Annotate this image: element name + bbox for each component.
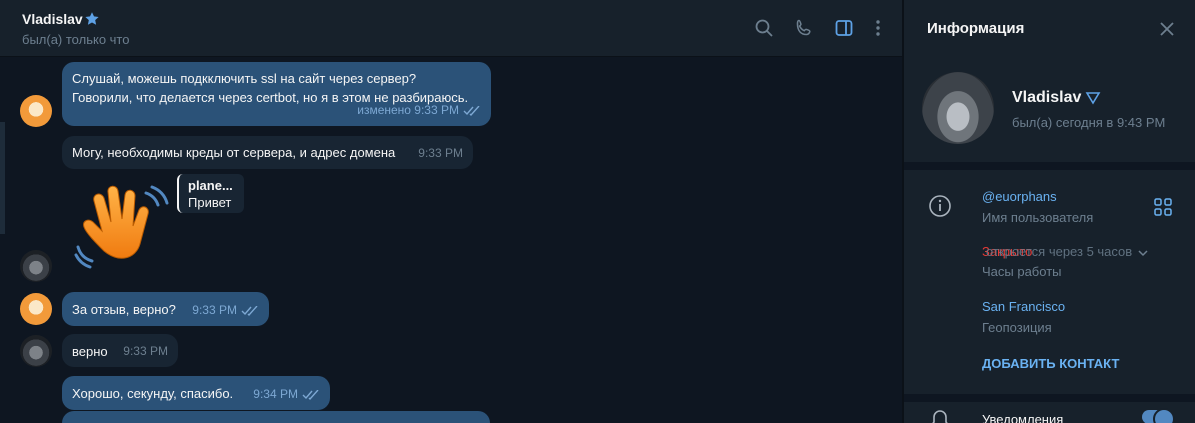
close-icon[interactable] — [1158, 20, 1176, 38]
message-bubble[interactable] — [62, 411, 490, 423]
business-hours[interactable]: Закрыто откроется через 5 часов — [982, 244, 1148, 259]
message-bubble[interactable]: За отзыв, верно? 9:33 PM — [62, 292, 269, 326]
sidebar-toggle-icon[interactable] — [832, 16, 856, 40]
notifications-label: Уведомления — [982, 412, 1064, 423]
time-label: 9:34 PM — [253, 387, 298, 401]
reply-author: plane... — [188, 178, 233, 193]
location-label: Геопозиция — [982, 320, 1052, 335]
profile-last-seen: был(а) сегодня в 9:43 PM — [1012, 115, 1166, 130]
message-time: 9:33 PM — [123, 344, 168, 358]
username-value[interactable]: @euorphans — [982, 189, 1057, 204]
message-bubble[interactable]: Хорошо, секунду, спасибо. 9:34 PM — [62, 376, 330, 410]
chat-area: Vladislav был(а) только что Слушай, може… — [0, 0, 902, 423]
search-icon[interactable] — [752, 16, 776, 40]
chevron-down-icon[interactable] — [1138, 249, 1148, 257]
message-bubble[interactable]: Слушай, можешь подкключить ssl на сайт ч… — [62, 62, 491, 126]
message-time: 9:34 PM — [253, 385, 320, 404]
location-value[interactable]: San Francisco — [982, 299, 1065, 314]
hours-opens: откроется через 5 часов — [986, 244, 1133, 259]
message-time: 9:33 PM — [418, 146, 463, 160]
chat-status: был(а) только что — [22, 32, 130, 47]
message-text: Могу, необходимы креды от сервера, и адр… — [72, 145, 396, 160]
info-panel: Информация Vladislav был(а) сегодня в 9:… — [904, 0, 1195, 423]
avatar[interactable] — [20, 335, 52, 367]
message-text: Слушай, можешь подкключить ssl на сайт ч… — [72, 71, 417, 86]
double-check-icon — [463, 105, 480, 116]
chat-header[interactable]: Vladislav был(а) только что — [0, 0, 902, 57]
username-label: Имя пользователя — [982, 210, 1094, 225]
waving-hand-icon — [74, 185, 169, 269]
qr-code-icon[interactable] — [1154, 198, 1172, 216]
more-icon[interactable] — [866, 16, 890, 40]
chat-title[interactable]: Vladislav — [22, 11, 83, 27]
avatar[interactable] — [20, 293, 52, 325]
reply-preview[interactable]: plane... Привет — [177, 174, 244, 213]
profile-name: Vladislav — [1012, 89, 1082, 106]
message-time: изменено 9:33 PM — [357, 101, 481, 120]
profile-avatar[interactable] — [922, 72, 994, 144]
avatar[interactable] — [20, 250, 52, 282]
double-check-icon — [241, 305, 258, 316]
reply-text: Привет — [188, 195, 232, 210]
time-label: 9:33 PM — [192, 303, 237, 317]
avatar[interactable] — [20, 95, 52, 127]
hours-label: Часы работы — [982, 264, 1062, 279]
message-bubble[interactable]: верно 9:33 PM — [62, 334, 178, 367]
bell-icon — [932, 410, 948, 423]
message-list[interactable]: Слушай, можешь подкключить ssl на сайт ч… — [0, 57, 902, 423]
info-icon — [929, 195, 951, 217]
separator — [904, 162, 1195, 170]
phone-icon[interactable] — [792, 16, 816, 40]
separator — [904, 394, 1195, 402]
scroll-indicator — [0, 122, 5, 234]
sticker-waving-hand[interactable] — [74, 181, 170, 273]
star-icon — [85, 12, 99, 25]
add-contact-button[interactable]: ДОБАВИТЬ КОНТАКТ — [982, 356, 1119, 371]
message-bubble[interactable]: Могу, необходимы креды от сервера, и адр… — [62, 136, 473, 169]
info-title: Информация — [927, 20, 1025, 37]
double-check-icon — [302, 389, 319, 400]
premium-icon — [1085, 92, 1101, 105]
message-time: 9:33 PM — [192, 301, 259, 320]
time-label: изменено 9:33 PM — [357, 103, 459, 117]
notifications-toggle[interactable] — [1142, 408, 1175, 423]
